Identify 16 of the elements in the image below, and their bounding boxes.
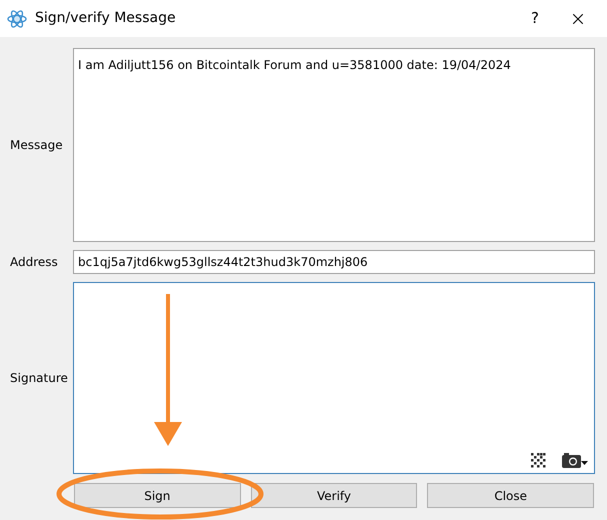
field-label: Address — [9, 254, 59, 271]
dialog-button[interactable]: Verify — [250, 483, 418, 508]
qr-code-icon[interactable] — [531, 453, 546, 468]
atom-logo-icon — [7, 8, 27, 28]
help-button[interactable]: ? — [515, 4, 555, 34]
camera-icon[interactable] — [562, 453, 588, 468]
address-field[interactable]: bc1qj5a7jtd6kwg53gllsz44t2t3hud3k70mzhj806 — [73, 250, 595, 274]
field-label: Signature — [9, 370, 69, 387]
field-value: I am Adiljutt156 on Bitcointalk Forum and u=3581000 date: 19/04/2024 — [78, 58, 511, 72]
dialog-button[interactable]: Sign — [74, 483, 241, 508]
field-value: bc1qj5a7jtd6kwg53gllsz44t2t3hud3k70mzhj806 — [78, 254, 368, 271]
dialog-button[interactable]: Close — [427, 483, 594, 508]
field-label: Message — [9, 137, 64, 154]
signature-field[interactable] — [73, 282, 595, 474]
message-field[interactable]: I am Adiljutt156 on Bitcointalk Forum and u=3581000 date: 19/04/2024 — [73, 48, 595, 242]
window-title: Sign/verify Message — [35, 9, 176, 28]
